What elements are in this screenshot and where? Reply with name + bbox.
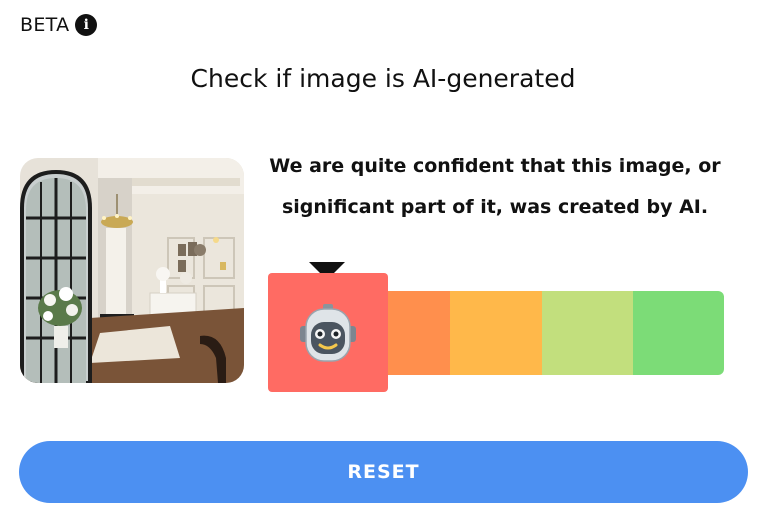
meter-active-segment [268,273,388,392]
reset-button[interactable]: RESET [19,441,748,503]
page-title: Check if image is AI-generated [190,64,576,93]
meter-segment-4 [541,291,633,375]
info-icon[interactable]: i [75,14,98,36]
uploaded-image-thumbnail [20,158,244,383]
result-message-line-1: We are quite confident that this image, … [269,155,721,177]
beta-badge: BETA i [20,14,98,36]
meter-segment-3 [450,291,542,375]
beta-label: BETA [20,14,70,36]
meter-segment-5 [632,291,724,375]
robot-icon [300,303,356,362]
ai-detector-panel: BETA i Check if image is AI-generated We… [0,0,783,526]
result-message-line-2: significant part of it, was created by A… [281,196,709,218]
interior-room-image [20,158,244,383]
result-message: We are quite confident that this image, … [262,146,728,228]
